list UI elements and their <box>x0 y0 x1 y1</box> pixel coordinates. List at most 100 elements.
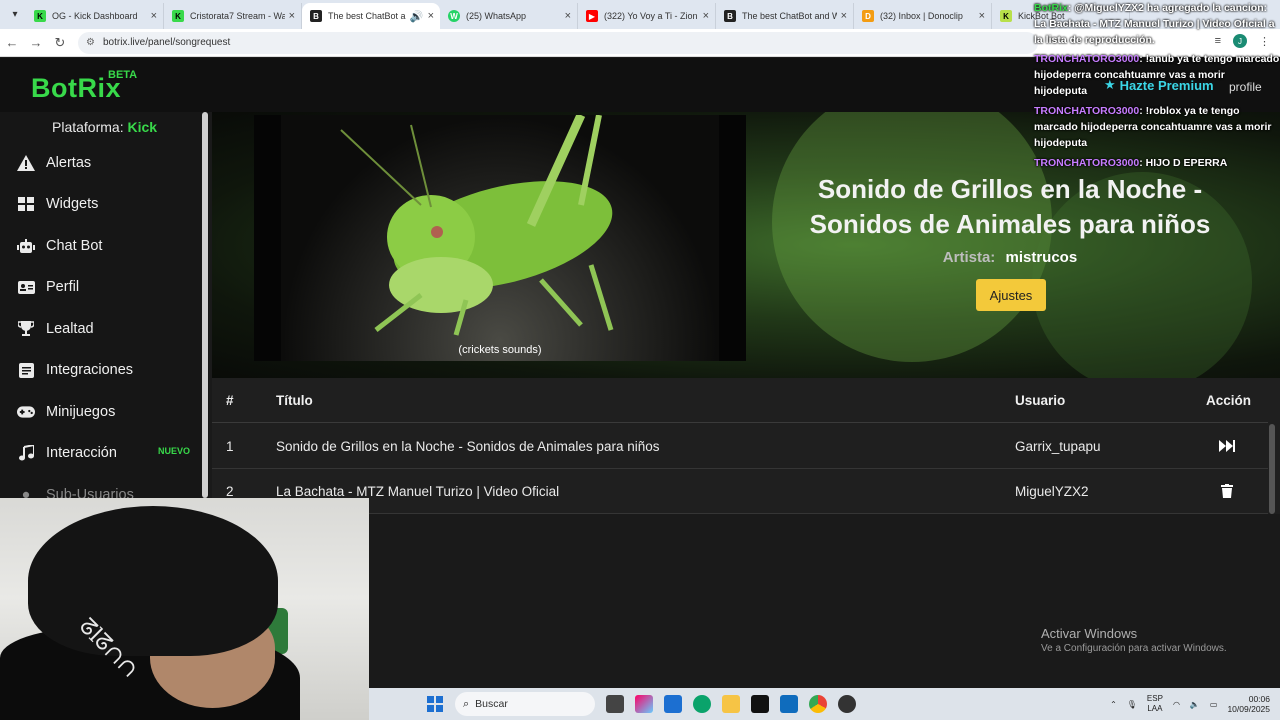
alert-icon <box>17 154 35 172</box>
sidebar-item-chat-bot[interactable]: Chat Bot <box>0 226 200 266</box>
volume-icon[interactable]: 🔈 <box>1190 700 1200 709</box>
mic-icon[interactable]: 🎙 <box>1127 700 1137 709</box>
chat-text: : HIJO D EPERRA <box>1139 157 1228 169</box>
donoclip-favicon-icon: D <box>862 10 874 22</box>
skip-forward-icon[interactable] <box>1218 437 1236 455</box>
sidebar-item-label: Alertas <box>46 155 92 171</box>
tab-search-icon[interactable]: ▾ <box>4 4 26 26</box>
close-tab-icon[interactable]: × <box>841 10 847 22</box>
clock-time: 00:06 <box>1248 694 1270 704</box>
row-user: MiguelYZX2 <box>1015 484 1089 499</box>
sidebar-item-lealtad[interactable]: Lealtad <box>0 309 200 349</box>
col-action: Acción <box>1206 393 1252 408</box>
url-input[interactable]: ⚙ botrix.live/panel/songrequest <box>78 31 1038 54</box>
hair <box>28 506 278 656</box>
close-tab-icon[interactable]: × <box>289 10 295 22</box>
close-tab-icon[interactable]: × <box>703 10 709 22</box>
tab-audio-icon[interactable]: 🔊 <box>410 10 424 23</box>
store-icon[interactable] <box>664 695 682 713</box>
tiktok-icon[interactable] <box>751 695 769 713</box>
close-tab-icon[interactable]: × <box>979 10 985 22</box>
browser-tab[interactable]: ▶ (322) Yo Voy a Ti - Zion y × <box>578 3 716 29</box>
botrix-favicon-icon: B <box>724 10 736 22</box>
reload-icon[interactable]: ↻ <box>48 35 72 51</box>
chat-message: BotRix: @MiguelYZX2 ha agregado la canci… <box>1034 0 1280 48</box>
search-icon: ⌕ <box>463 697 470 710</box>
clock-date: 10/09/2025 <box>1227 704 1270 714</box>
sidebar-item-integraciones[interactable]: Integraciones <box>0 350 200 390</box>
video-frame <box>281 115 719 361</box>
chat-message: TRONCHATORO3000: HIJO D EPERRA <box>1034 155 1280 171</box>
sidebar-item-widgets[interactable]: Widgets <box>0 184 200 224</box>
wifi-icon[interactable]: ◠ <box>1173 700 1180 709</box>
sidebar-item-minijuegos[interactable]: Minijuegos <box>0 392 200 432</box>
new-badge: NUEVO <box>157 446 190 456</box>
trash-icon[interactable] <box>1218 482 1236 500</box>
browser-tab[interactable]: K OG - Kick Dashboard × <box>26 3 164 29</box>
clock[interactable]: 00:06 10/09/2025 <box>1227 694 1270 714</box>
video-player[interactable]: (crickets sounds) <box>254 115 746 361</box>
outlook-icon[interactable] <box>780 695 798 713</box>
url-text: botrix.live/panel/songrequest <box>102 37 231 48</box>
artist-value: mistrucos <box>1005 249 1078 266</box>
empty-content-area <box>212 514 1280 688</box>
table-row: 1 Sonido de Grillos en la Noche - Sonido… <box>212 424 1268 469</box>
close-tab-icon[interactable]: × <box>428 10 434 22</box>
now-playing-title: Sonido de Grillos en la Noche - Sonidos … <box>809 174 1211 239</box>
task-view-icon[interactable] <box>606 695 624 713</box>
screen: ▾ K OG - Kick Dashboard × K Cristorata7 Str… <box>0 0 1280 720</box>
file-explorer-icon[interactable] <box>722 695 740 713</box>
platform-value: Kick <box>127 119 158 135</box>
video-caption: (crickets sounds) <box>458 344 542 356</box>
copilot-icon[interactable] <box>635 695 653 713</box>
close-tab-icon[interactable]: × <box>151 10 157 22</box>
close-tab-icon[interactable]: × <box>565 10 571 22</box>
sidebar-item-alertas[interactable]: Alertas <box>0 143 200 183</box>
settings-button[interactable]: Ajustes <box>976 279 1046 311</box>
battery-icon[interactable]: ▭ <box>1210 700 1218 709</box>
sidebar-item-label: Widgets <box>46 196 99 212</box>
platform-label: Plataforma: <box>52 119 124 135</box>
table-scrollbar[interactable] <box>1269 424 1275 514</box>
row-num: 1 <box>226 439 234 454</box>
browser-tab[interactable]: K Cristorata7 Stream - Watc × <box>164 3 302 29</box>
kick-favicon-icon: K <box>172 10 184 22</box>
activate-windows-title: Activar Windows <box>1041 626 1138 641</box>
chrome-icon[interactable] <box>809 695 827 713</box>
language-indicator[interactable]: ESP LAA <box>1147 694 1163 714</box>
taskbar-search-input[interactable]: ⌕ Buscar <box>455 692 595 716</box>
tray-overflow-icon[interactable]: ⌃ <box>1110 700 1117 709</box>
sidebar-item-label: Lealtad <box>46 321 94 337</box>
chat-user: TRONCHATORO3000 <box>1034 105 1140 117</box>
grasshopper-image <box>340 115 614 336</box>
widgets-icon <box>17 195 35 213</box>
music-icon <box>17 444 35 462</box>
kickbot-favicon-icon: K <box>1000 10 1012 22</box>
edge-icon[interactable] <box>693 695 711 713</box>
browser-tab[interactable]: B The best ChatBot and Wi × <box>716 3 854 29</box>
sidebar-scrollbar[interactable] <box>202 112 208 498</box>
windows-start-icon[interactable] <box>427 696 443 712</box>
obs-icon[interactable] <box>838 695 856 713</box>
now-playing-artist: Artista: mistrucos <box>792 249 1228 266</box>
browser-tab[interactable]: D (32) Inbox | Donoclip × <box>854 3 992 29</box>
sidebar-item-label: Sub-Usuarios <box>46 487 134 498</box>
site-info-icon[interactable]: ⚙ <box>86 37 95 48</box>
botrix-favicon-icon: B <box>310 10 322 22</box>
browser-tab-active[interactable]: BThe best ChatBot and🔊× <box>302 3 440 29</box>
col-user: Usuario <box>1015 393 1066 408</box>
chat-message: TRONCHATORO3000: !anub ya te tengo marca… <box>1034 51 1280 99</box>
forward-arrow-icon[interactable]: → <box>24 35 48 50</box>
sidebar-item-interaccion[interactable]: Interacción NUEVO <box>0 433 200 473</box>
back-arrow-icon[interactable]: ← <box>0 35 24 50</box>
sidebar-item-label: Perfil <box>46 279 80 295</box>
sidebar-item-sub-usuarios[interactable]: ● Sub-Usuarios <box>0 475 200 498</box>
lang-layout: LAA <box>1147 704 1163 713</box>
search-placeholder: Buscar <box>475 698 508 710</box>
row-title: Sonido de Grillos en la Noche - Sonidos … <box>276 439 660 454</box>
kick-favicon-icon: K <box>34 10 46 22</box>
sidebar-item-perfil[interactable]: Perfil <box>0 267 200 307</box>
activate-windows-subtitle: Ve a Configuración para activar Windows. <box>1041 643 1227 654</box>
browser-tab[interactable]: W (25) WhatsApp × <box>440 3 578 29</box>
beta-badge: BETA <box>108 69 138 81</box>
